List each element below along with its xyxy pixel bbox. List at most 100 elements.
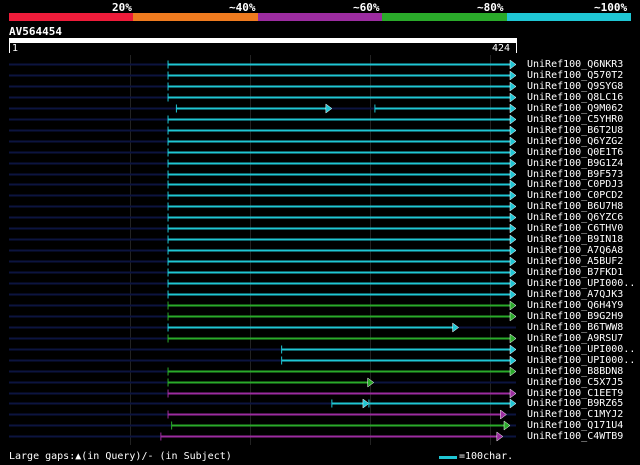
hit-row[interactable] bbox=[9, 92, 517, 103]
hit-label[interactable]: UniRef100_A5BUF2 bbox=[527, 256, 623, 267]
hit-row[interactable] bbox=[9, 344, 517, 355]
hit-row[interactable] bbox=[9, 234, 517, 245]
hit-label[interactable]: UniRef100_C1MYJ2 bbox=[527, 409, 623, 420]
hit-end-arrow bbox=[509, 300, 517, 311]
hit-label[interactable]: UniRef100_A7Q6A8 bbox=[527, 245, 623, 256]
hit-end-arrow bbox=[509, 311, 517, 322]
hit-label[interactable]: UniRef100_C5X7J5 bbox=[527, 377, 623, 388]
hit-label[interactable]: UniRef100_Q0E1T6 bbox=[527, 147, 623, 158]
hit-end-arrow bbox=[509, 136, 517, 147]
hit-end-arrow bbox=[509, 201, 517, 212]
hit-label[interactable]: UniRef100_C0PCD2 bbox=[527, 190, 623, 201]
hit-label[interactable]: UniRef100_Q6YZC6 bbox=[527, 212, 623, 223]
hit-row[interactable] bbox=[9, 322, 516, 333]
hit-row[interactable] bbox=[9, 289, 517, 300]
hit-row[interactable] bbox=[9, 311, 517, 322]
hit-row[interactable] bbox=[9, 245, 517, 256]
hit-end-arrow bbox=[509, 190, 517, 201]
hit-label[interactable]: UniRef100_UPI000.. bbox=[527, 344, 635, 355]
hit-row[interactable] bbox=[9, 114, 517, 125]
hit-row[interactable] bbox=[9, 366, 517, 377]
hit-row[interactable] bbox=[9, 125, 517, 136]
hit-label[interactable]: UniRef100_B6U7H8 bbox=[527, 201, 623, 212]
hit-row[interactable] bbox=[9, 147, 517, 158]
hit-end-arrow bbox=[509, 245, 517, 256]
hit-row[interactable] bbox=[9, 103, 517, 114]
hit-label[interactable]: UniRef100_Q9SYG8 bbox=[527, 81, 623, 92]
hit-row[interactable] bbox=[9, 256, 517, 267]
hit-row[interactable] bbox=[9, 398, 517, 409]
hit-label[interactable]: UniRef100_Q171U4 bbox=[527, 420, 623, 431]
hit-end-arrow bbox=[325, 103, 333, 114]
hit-end-arrow bbox=[509, 398, 517, 409]
hit-end-arrow bbox=[362, 398, 370, 409]
hit-row[interactable] bbox=[9, 158, 517, 169]
hit-label[interactable]: UniRef100_Q9M062 bbox=[527, 103, 623, 114]
hit-row[interactable] bbox=[9, 278, 517, 289]
hit-end-arrow bbox=[509, 125, 517, 136]
hit-label[interactable]: UniRef100_A9RSU7 bbox=[527, 333, 623, 344]
hit-end-arrow bbox=[509, 103, 517, 114]
hit-label[interactable]: UniRef100_Q6H4Y9 bbox=[527, 300, 623, 311]
hit-end-arrow bbox=[509, 212, 517, 223]
hit-end-arrow bbox=[509, 278, 517, 289]
hit-end-arrow bbox=[503, 420, 511, 431]
hit-end-arrow bbox=[509, 333, 517, 344]
hit-row[interactable] bbox=[9, 179, 517, 190]
hit-end-arrow bbox=[509, 388, 517, 399]
hit-row[interactable] bbox=[9, 223, 517, 234]
hit-row[interactable] bbox=[9, 431, 516, 442]
hit-label[interactable]: UniRef100_B6T2U8 bbox=[527, 125, 623, 136]
hit-row[interactable] bbox=[9, 212, 517, 223]
hit-label[interactable]: UniRef100_B6TWW8 bbox=[527, 322, 623, 333]
hit-row[interactable] bbox=[9, 136, 517, 147]
hit-end-arrow bbox=[509, 158, 517, 169]
hit-label[interactable]: UniRef100_B9G2H9 bbox=[527, 311, 623, 322]
scale-legend-text: =100char. bbox=[459, 451, 514, 462]
hit-end-arrow bbox=[452, 322, 460, 333]
hit-row[interactable] bbox=[9, 388, 517, 399]
hit-row[interactable] bbox=[9, 267, 517, 278]
hit-label[interactable]: UniRef100_B9G1Z4 bbox=[527, 158, 623, 169]
hit-label[interactable]: UniRef100_B7FKD1 bbox=[527, 267, 623, 278]
hit-end-arrow bbox=[509, 70, 517, 81]
hit-end-arrow bbox=[509, 366, 517, 377]
hit-label[interactable]: UniRef100_A7QJK3 bbox=[527, 289, 623, 300]
hit-end-arrow bbox=[509, 289, 517, 300]
hit-row[interactable] bbox=[9, 59, 517, 70]
hit-end-arrow bbox=[509, 355, 517, 366]
hit-label[interactable]: UniRef100_Q6NKR3 bbox=[527, 59, 623, 70]
hit-row[interactable] bbox=[9, 81, 517, 92]
hit-label[interactable]: UniRef100_Q6YZG2 bbox=[527, 136, 623, 147]
hit-label[interactable]: UniRef100_B9RZ65 bbox=[527, 398, 623, 409]
hit-row[interactable] bbox=[9, 377, 516, 388]
hit-row[interactable] bbox=[9, 355, 517, 366]
hit-end-arrow bbox=[509, 81, 517, 92]
hit-label[interactable]: UniRef100_B8BDN8 bbox=[527, 366, 623, 377]
hit-row[interactable] bbox=[9, 409, 516, 420]
hit-end-arrow bbox=[509, 169, 517, 180]
hit-label[interactable]: UniRef100_C5YHR0 bbox=[527, 114, 623, 125]
hit-label[interactable]: UniRef100_Q8LC16 bbox=[527, 92, 623, 103]
hit-row[interactable] bbox=[9, 333, 517, 344]
hit-label[interactable]: UniRef100_UPI000.. bbox=[527, 278, 635, 289]
hit-row[interactable] bbox=[9, 420, 516, 431]
hit-row[interactable] bbox=[9, 201, 517, 212]
hit-row[interactable] bbox=[9, 169, 517, 180]
hit-label[interactable]: UniRef100_C6THV0 bbox=[527, 223, 623, 234]
hit-end-arrow bbox=[509, 256, 517, 267]
hit-label[interactable]: UniRef100_Q570T2 bbox=[527, 70, 623, 81]
hit-row[interactable] bbox=[9, 70, 517, 81]
hit-label[interactable]: UniRef100_C0PDJ3 bbox=[527, 179, 623, 190]
hit-end-arrow bbox=[509, 234, 517, 245]
hit-row[interactable] bbox=[9, 190, 517, 201]
hit-label[interactable]: UniRef100_C4WTB9 bbox=[527, 431, 623, 442]
hit-end-arrow bbox=[509, 344, 517, 355]
hit-label[interactable]: UniRef100_UPI000.. bbox=[527, 355, 635, 366]
hit-row[interactable] bbox=[9, 300, 517, 311]
hit-label[interactable]: UniRef100_B9IN18 bbox=[527, 234, 623, 245]
hit-end-arrow bbox=[509, 179, 517, 190]
hit-end-arrow bbox=[509, 267, 517, 278]
hit-end-arrow bbox=[500, 409, 507, 420]
scale-legend-line bbox=[439, 456, 457, 459]
